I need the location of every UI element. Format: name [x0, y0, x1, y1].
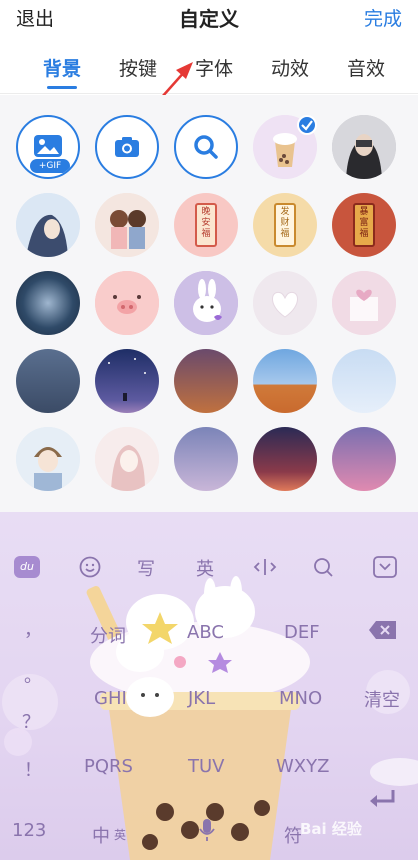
- search-icon: [194, 135, 218, 159]
- bg-thumb-couple[interactable]: [95, 193, 159, 257]
- bg-thumb-fortune-wealth[interactable]: 发财福: [253, 193, 317, 257]
- bg-thumb-desert[interactable]: [253, 349, 317, 413]
- key-clear[interactable]: 清空: [364, 686, 400, 712]
- bg-thumb-bunny[interactable]: [174, 271, 238, 335]
- key-period[interactable]: 。: [24, 662, 42, 688]
- search-button[interactable]: [174, 115, 238, 179]
- camera-icon: [115, 137, 139, 157]
- bunny-thumb: [174, 271, 238, 335]
- anime-girl-thumb: [16, 193, 80, 257]
- bg-thumb-galaxy[interactable]: [253, 427, 317, 491]
- english-toggle[interactable]: 英: [196, 555, 214, 581]
- pink-room-thumb: [332, 271, 396, 335]
- bg-thumb-pig[interactable]: [95, 271, 159, 335]
- background-grid: +GIF 晚安福 发财福 暴富福: [0, 95, 418, 515]
- bg-thumb-rainy-city[interactable]: [16, 349, 80, 413]
- key-ghi[interactable]: GHI: [94, 688, 127, 709]
- bg-thumb-anime-boy[interactable]: [16, 427, 80, 491]
- bg-thumb-hearts[interactable]: [253, 271, 317, 335]
- tab-bar: 背景 按键 字体 动效 音效: [0, 40, 418, 94]
- bg-thumb-fortune-night[interactable]: 晚安福: [174, 193, 238, 257]
- microphone-icon[interactable]: [199, 818, 215, 842]
- handwrite-toggle[interactable]: 写: [137, 555, 155, 581]
- key-wxyz[interactable]: WXYZ: [276, 756, 329, 777]
- fortune-label-3: 暴富福: [359, 207, 369, 239]
- emoji-icon[interactable]: [79, 556, 101, 578]
- backspace-icon[interactable]: [368, 620, 398, 640]
- bg-thumb-night-sky[interactable]: [95, 349, 159, 413]
- keyboard-search-icon[interactable]: [312, 556, 334, 578]
- key-tuv[interactable]: TUV: [188, 756, 224, 777]
- bg-thumb-fortune-rich[interactable]: 暴富福: [332, 193, 396, 257]
- fortune-label-1: 晚安福: [201, 207, 211, 239]
- portrait-thumb: [332, 115, 396, 179]
- collapse-keyboard-icon[interactable]: [373, 556, 397, 578]
- selected-check-icon: [297, 115, 317, 135]
- page-title: 自定义: [179, 7, 239, 31]
- du-logo[interactable]: du: [14, 556, 40, 578]
- key-fenci[interactable]: 分词: [90, 622, 126, 648]
- bg-thumb-purple-clouds[interactable]: [332, 427, 396, 491]
- key-mno[interactable]: MNO: [279, 688, 322, 709]
- hands-heart-thumb: [253, 271, 317, 335]
- bg-thumb-sunset-rocks[interactable]: [174, 349, 238, 413]
- bg-thumb-pink-room[interactable]: [332, 271, 396, 335]
- tab-effects[interactable]: 动效: [260, 54, 320, 81]
- camera-button[interactable]: [95, 115, 159, 179]
- upload-image-button[interactable]: +GIF: [16, 115, 80, 179]
- key-123[interactable]: 123: [12, 820, 46, 841]
- key-pqrs[interactable]: PQRS: [84, 756, 133, 777]
- tab-sound[interactable]: 音效: [336, 54, 396, 81]
- key-abc[interactable]: ABC: [187, 622, 224, 643]
- top-bar: 退出 自定义 完成: [0, 0, 418, 40]
- couple-thumb: [95, 193, 159, 257]
- active-tab-indicator: [47, 86, 77, 89]
- key-comma[interactable]: ，: [24, 616, 42, 642]
- bg-thumb-portrait[interactable]: [332, 115, 396, 179]
- key-def[interactable]: DEF: [284, 622, 320, 643]
- night-sky-thumb: [108, 358, 146, 401]
- tab-background[interactable]: 背景: [32, 54, 92, 81]
- bg-thumb-fireworks[interactable]: [16, 271, 80, 335]
- bg-thumb-moon[interactable]: [174, 427, 238, 491]
- bg-thumb-sketch-girl[interactable]: [95, 427, 159, 491]
- gif-badge: +GIF: [30, 159, 70, 173]
- keyboard-preview: du 写 英 ， 分词 ABC DEF 。 GHI JKL MNO 清空 ？ ！…: [0, 512, 418, 860]
- enter-icon[interactable]: [368, 788, 398, 810]
- key-chinese[interactable]: 中: [92, 822, 110, 848]
- key-question[interactable]: ？: [22, 708, 40, 734]
- bg-thumb-clouds[interactable]: [332, 349, 396, 413]
- key-jkl[interactable]: JKL: [188, 688, 215, 709]
- fortune-label-2: 发财福: [280, 207, 290, 239]
- key-english-small: 英: [114, 828, 127, 842]
- bg-thumb-anime-girl[interactable]: [16, 193, 80, 257]
- sketch-girl-thumb: [95, 427, 159, 491]
- anime-boy-thumb: [16, 427, 80, 491]
- cursor-move-icon[interactable]: [253, 556, 277, 578]
- watermark: Bai 经验: [300, 820, 362, 838]
- key-exclaim[interactable]: ！: [24, 756, 42, 782]
- pig-thumb: [95, 271, 159, 335]
- done-button[interactable]: 完成: [364, 4, 402, 31]
- tab-font[interactable]: 字体: [184, 54, 244, 81]
- tab-keys[interactable]: 按键: [108, 54, 168, 81]
